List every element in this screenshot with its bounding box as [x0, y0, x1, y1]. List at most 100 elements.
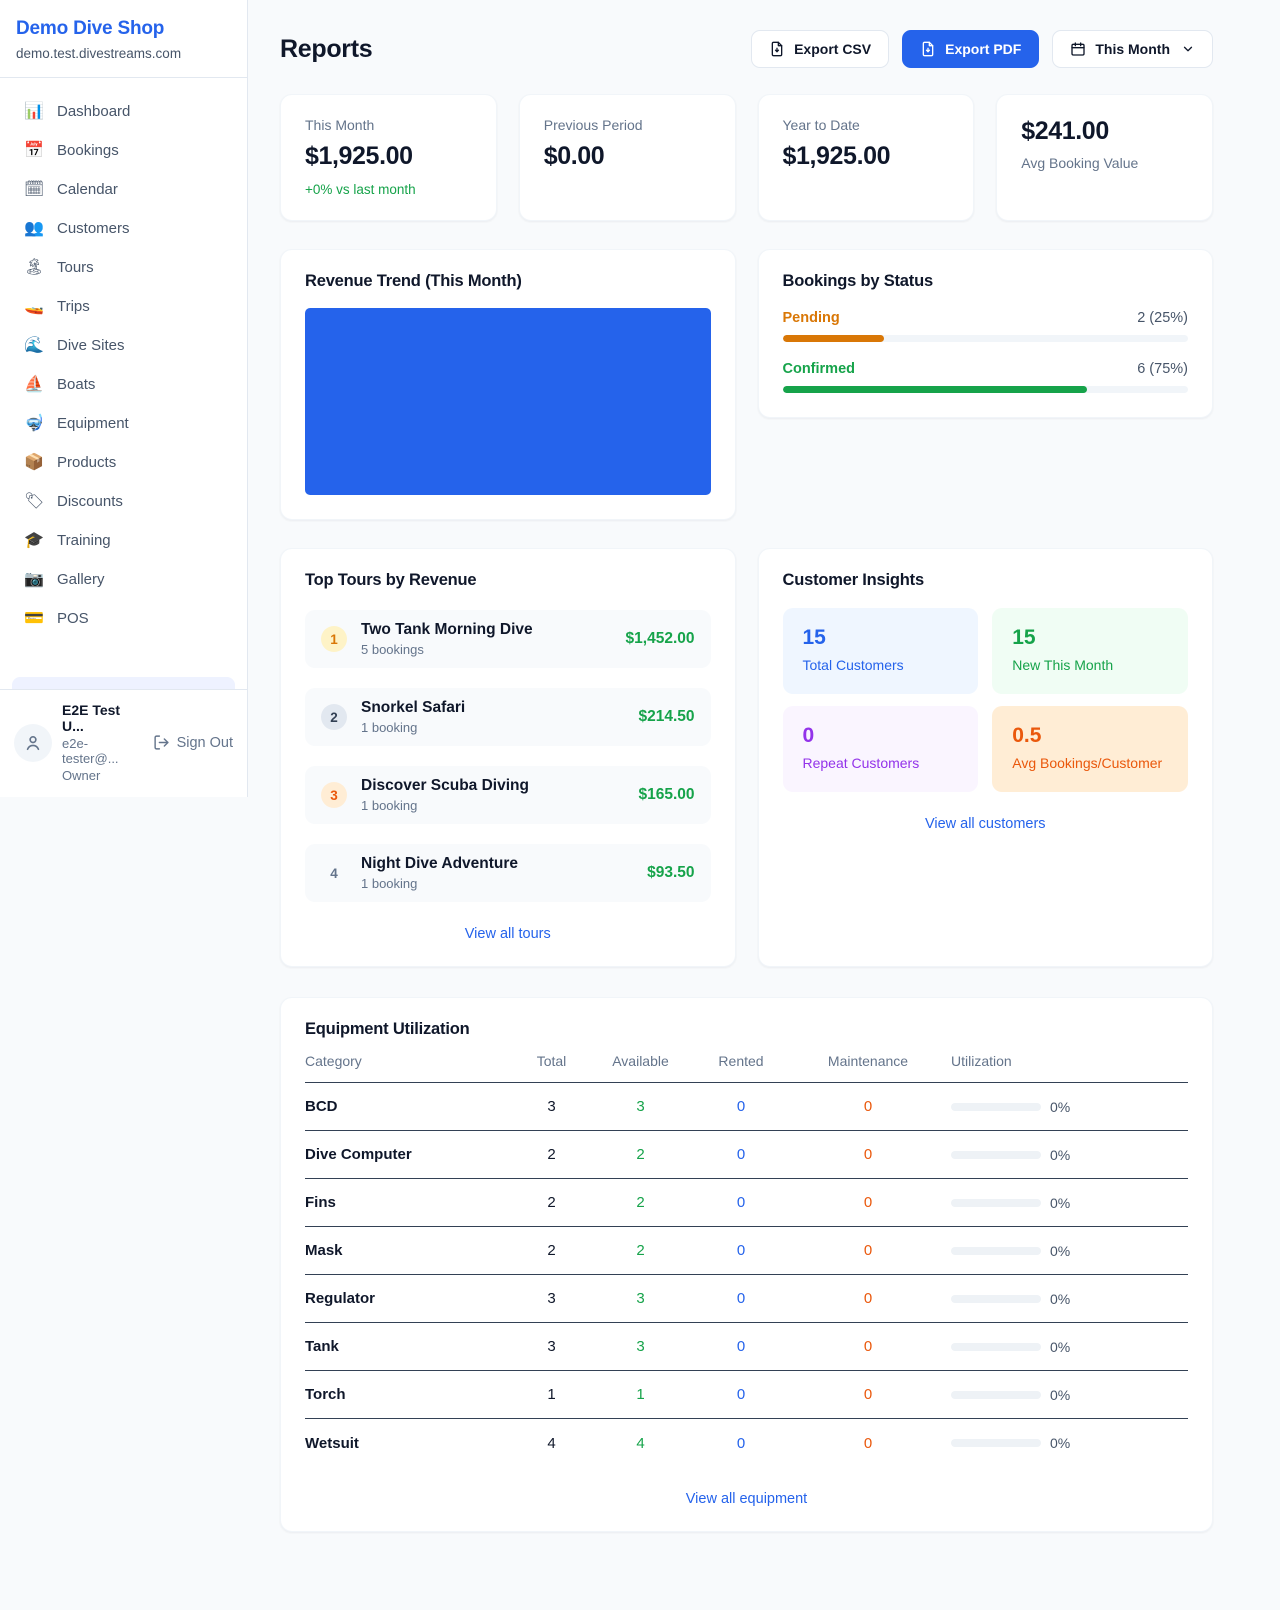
header-actions: Export CSV Export PDF This Month: [751, 30, 1213, 68]
period-dropdown[interactable]: This Month: [1052, 30, 1213, 68]
stat-card-previous-period: Previous Period $0.00: [519, 94, 736, 221]
sidebar-item-boats[interactable]: ⛵ Boats: [12, 365, 235, 404]
sidebar-item-training[interactable]: 🎓 Training: [12, 521, 235, 560]
revenue-trend-card: Revenue Trend (This Month): [280, 249, 736, 520]
avatar: [14, 724, 52, 762]
trips-icon: 🚤: [24, 299, 44, 315]
sidebar-item-trips[interactable]: 🚤 Trips: [12, 287, 235, 326]
sidebar-item-label: Tours: [57, 259, 94, 276]
equipment-rented: 0: [687, 1083, 795, 1131]
equipment-maintenance: 0: [795, 1131, 941, 1179]
main-content: Reports Export CSV Export PDF: [248, 0, 1249, 1572]
tile-value: 15: [803, 626, 959, 650]
stat-value: $1,925.00: [783, 142, 950, 171]
equipment-total: 1: [509, 1371, 594, 1419]
progress-track: [783, 335, 1189, 342]
equipment-maintenance: 0: [795, 1227, 941, 1275]
tour-bookings: 1 booking: [361, 876, 633, 891]
utilization-percent: 0%: [1050, 1099, 1070, 1115]
utilization-bar: [951, 1391, 1041, 1399]
equipment-maintenance: 0: [795, 1083, 941, 1131]
status-value: 6 (75%): [1137, 361, 1188, 377]
tour-name: Two Tank Morning Dive: [361, 621, 612, 639]
equipment-category: Dive Computer: [305, 1131, 509, 1179]
sidebar: Demo Dive Shop demo.test.divestreams.com…: [0, 0, 248, 797]
tour-row[interactable]: 2 Snorkel Safari 1 booking $214.50: [305, 688, 711, 746]
equipment-available: 3: [594, 1323, 687, 1371]
utilization-bar: [951, 1295, 1041, 1303]
equipment-rented: 0: [687, 1131, 795, 1179]
rank-badge: 3: [321, 782, 347, 808]
tour-bookings: 5 bookings: [361, 642, 612, 657]
sidebar-item-label: Bookings: [57, 142, 119, 159]
view-all-tours-link[interactable]: View all tours: [305, 926, 711, 942]
tour-row[interactable]: 3 Discover Scuba Diving 1 booking $165.0…: [305, 766, 711, 824]
sidebar-item-bookings[interactable]: 📅 Bookings: [12, 131, 235, 170]
calendar-icon: [1070, 41, 1086, 57]
customer-insights-card: Customer Insights 15 Total Customers 15 …: [758, 548, 1214, 967]
sidebar-item-calendar[interactable]: 🗓 Calendar: [12, 170, 235, 209]
person-icon: [23, 733, 43, 753]
sidebar-item-discounts[interactable]: 🏷 Discounts: [12, 482, 235, 521]
utilization-bar: [951, 1199, 1041, 1207]
export-pdf-button[interactable]: Export PDF: [902, 30, 1039, 68]
utilization-percent: 0%: [1050, 1243, 1070, 1259]
sidebar-item-label: Dive Sites: [57, 337, 125, 354]
sidebar-item-products[interactable]: 📦 Products: [12, 443, 235, 482]
stat-label: This Month: [305, 117, 472, 133]
tile-label: Repeat Customers: [803, 755, 959, 771]
tours-icon: 🏝: [24, 260, 44, 276]
customer-insights-title: Customer Insights: [783, 571, 1189, 590]
sidebar-item-label: Equipment: [57, 415, 129, 432]
shop-name: Demo Dive Shop: [16, 18, 231, 40]
status-label: Pending: [783, 310, 840, 326]
customers-icon: 👥: [24, 221, 44, 237]
view-all-customers-link[interactable]: View all customers: [783, 816, 1189, 832]
tile-new-this-month: 15 New This Month: [992, 608, 1188, 694]
view-all-equipment-link[interactable]: View all equipment: [305, 1491, 1188, 1507]
equipment-maintenance: 0: [795, 1371, 941, 1419]
sidebar-item-pos[interactable]: 💳 POS: [12, 599, 235, 638]
sidebar-item-dive-sites[interactable]: 🌊 Dive Sites: [12, 326, 235, 365]
sidebar-item-label: Boats: [57, 376, 95, 393]
equipment-maintenance: 0: [795, 1323, 941, 1371]
tour-revenue: $214.50: [638, 708, 694, 726]
equipment-category: Regulator: [305, 1275, 509, 1323]
sidebar-item-label: Training: [57, 532, 111, 549]
equipment-available: 2: [594, 1227, 687, 1275]
top-tours-title: Top Tours by Revenue: [305, 571, 711, 590]
utilization-percent: 0%: [1050, 1339, 1070, 1355]
equipment-utilization-cell: 0%: [941, 1227, 1188, 1275]
sidebar-item-equipment[interactable]: 🤿 Equipment: [12, 404, 235, 443]
equipment-rented: 0: [687, 1419, 795, 1467]
export-csv-button[interactable]: Export CSV: [751, 30, 889, 68]
tour-name: Snorkel Safari: [361, 699, 624, 717]
column-header-maintenance: Maintenance: [795, 1039, 941, 1083]
sign-out-button[interactable]: Sign Out: [153, 734, 233, 751]
equipment-maintenance: 0: [795, 1275, 941, 1323]
tile-total-customers: 15 Total Customers: [783, 608, 979, 694]
equipment-rented: 0: [687, 1227, 795, 1275]
charts-row: Revenue Trend (This Month) Bookings by S…: [280, 249, 1213, 520]
export-pdf-label: Export PDF: [945, 41, 1021, 57]
equipment-utilization-cell: 0%: [941, 1083, 1188, 1131]
pos-icon: 💳: [24, 611, 44, 627]
user-panel: E2E Test U... e2e-tester@... Owner Sign …: [0, 689, 247, 797]
utilization-bar: [951, 1343, 1041, 1351]
dive-sites-icon: 🌊: [24, 338, 44, 354]
tour-row[interactable]: 4 Night Dive Adventure 1 booking $93.50: [305, 844, 711, 902]
shop-domain: demo.test.divestreams.com: [16, 46, 231, 61]
sidebar-item-tours[interactable]: 🏝 Tours: [12, 248, 235, 287]
tour-row[interactable]: 1 Two Tank Morning Dive 5 bookings $1,45…: [305, 610, 711, 668]
sidebar-item-gallery[interactable]: 📷 Gallery: [12, 560, 235, 599]
equipment-total: 2: [509, 1131, 594, 1179]
calendar-icon: 🗓: [24, 182, 44, 198]
active-nav-item-partial[interactable]: [12, 677, 235, 689]
sidebar-item-dashboard[interactable]: 📊 Dashboard: [12, 92, 235, 131]
sidebar-item-customers[interactable]: 👥 Customers: [12, 209, 235, 248]
equipment-category: Tank: [305, 1323, 509, 1371]
stat-label: Previous Period: [544, 117, 711, 133]
equipment-rented: 0: [687, 1371, 795, 1419]
sidebar-item-label: Dashboard: [57, 103, 130, 120]
sign-out-label: Sign Out: [177, 735, 233, 751]
